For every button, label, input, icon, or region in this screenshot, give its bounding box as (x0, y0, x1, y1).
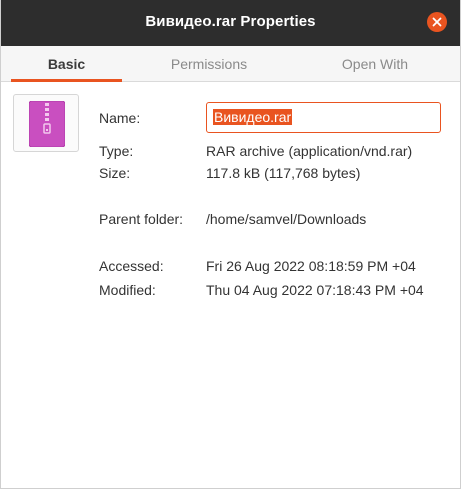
type-label: Type: (99, 143, 134, 159)
modified-value: Thu 04 Aug 2022 07:18:43 PM +04 (206, 282, 424, 298)
type-value: RAR archive (application/vnd.rar) (206, 143, 413, 159)
close-icon (432, 17, 442, 27)
tab-permissions[interactable]: Permissions (149, 46, 269, 82)
properties-dialog: Вивидео.rar Properties Basic Permissions… (0, 0, 461, 489)
tab-bar: Basic Permissions Open With (1, 46, 460, 82)
name-field-value: Вивидео.rar (213, 109, 293, 125)
name-label: Name: (99, 110, 141, 126)
modified-label: Modified: (99, 282, 156, 298)
accessed-value: Fri 26 Aug 2022 08:18:59 PM +04 (206, 258, 416, 274)
archive-zip-icon (29, 101, 65, 147)
size-value: 117.8 kB (117,768 bytes) (206, 165, 361, 181)
tab-basic[interactable]: Basic (11, 46, 122, 82)
tab-open-with[interactable]: Open With (315, 46, 435, 82)
size-label: Size: (99, 165, 131, 181)
file-icon-button[interactable] (13, 94, 79, 152)
accessed-label: Accessed: (99, 258, 164, 274)
close-button[interactable] (427, 12, 447, 32)
name-field[interactable]: Вивидео.rar (206, 102, 441, 133)
parent-folder-value: /home/samvel/Downloads (206, 211, 367, 227)
parent-folder-label: Parent folder: (99, 211, 184, 227)
title-bar[interactable]: Вивидео.rar Properties (1, 0, 460, 46)
window-title: Вивидео.rar Properties (145, 13, 316, 30)
active-tab-indicator (11, 79, 122, 82)
